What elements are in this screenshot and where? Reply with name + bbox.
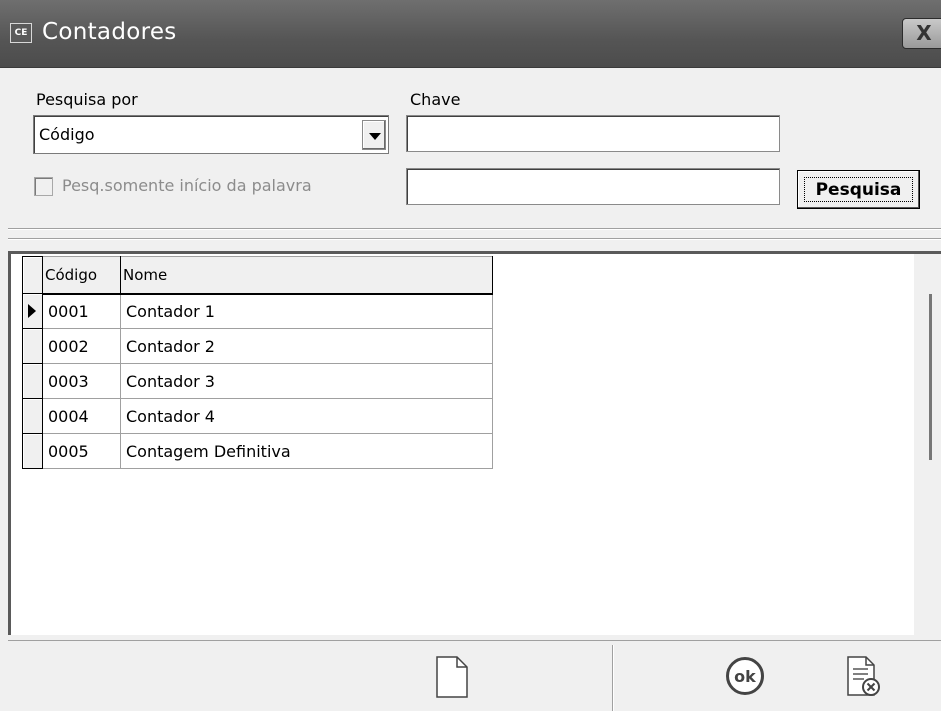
- separator: [8, 238, 941, 240]
- search-by-label: Pesquisa por: [36, 90, 138, 109]
- table-row[interactable]: 0004 Contador 4: [22, 398, 493, 434]
- current-row-arrow-icon: [28, 304, 36, 318]
- cell-codigo[interactable]: 0005: [42, 433, 121, 469]
- cell-nome[interactable]: Contador 1: [120, 293, 493, 329]
- cell-nome[interactable]: Contador 4: [120, 398, 493, 434]
- prefix-search-label: Pesq.somente início da palavra: [62, 176, 312, 195]
- cancel-button[interactable]: [844, 655, 884, 703]
- title-bar: CE Contadores X: [0, 0, 941, 68]
- row-indicator[interactable]: [22, 433, 43, 469]
- key-label: Chave: [410, 90, 461, 109]
- vertical-scrollbar[interactable]: [914, 254, 941, 635]
- row-indicator[interactable]: [22, 398, 43, 434]
- cell-codigo[interactable]: 0002: [42, 328, 121, 364]
- results-grid-area: Código Nome 0001 Contador 1 0002 Contado…: [8, 251, 941, 635]
- cell-nome[interactable]: Contagem Definitiva: [120, 433, 493, 469]
- footer-toolbar: ok: [8, 640, 941, 711]
- close-button[interactable]: X: [902, 18, 941, 49]
- row-indicator-header: [22, 256, 43, 294]
- table-row[interactable]: 0003 Contador 3: [22, 363, 493, 399]
- search-by-select[interactable]: Código: [33, 115, 389, 154]
- separator: [8, 228, 941, 230]
- search-by-value: Código: [39, 125, 95, 144]
- cell-codigo[interactable]: 0004: [42, 398, 121, 434]
- table-row[interactable]: 0002 Contador 2: [22, 328, 493, 364]
- ok-label: ok: [734, 667, 756, 686]
- column-header-codigo[interactable]: Código: [42, 256, 121, 295]
- row-indicator[interactable]: [22, 363, 43, 399]
- prefix-search-checkbox[interactable]: [34, 177, 53, 196]
- scrollbar-thumb[interactable]: [929, 294, 932, 460]
- new-document-button[interactable]: [434, 655, 470, 703]
- new-document-icon: [436, 656, 468, 698]
- window-title: Contadores: [42, 19, 177, 45]
- footer-divider: [612, 645, 614, 711]
- table-row[interactable]: 0001 Contador 1: [22, 293, 493, 329]
- app-icon: CE: [10, 23, 32, 43]
- ok-icon: ok: [726, 657, 764, 695]
- table-header-row: Código Nome: [22, 256, 493, 295]
- row-indicator[interactable]: [22, 328, 43, 364]
- row-indicator[interactable]: [22, 293, 43, 329]
- table-row[interactable]: 0005 Contagem Definitiva: [22, 433, 493, 469]
- search-button-label: Pesquisa: [804, 177, 913, 202]
- key-input[interactable]: [406, 115, 780, 152]
- document-cancel-icon: [847, 656, 880, 696]
- key-secondary-input[interactable]: [406, 168, 780, 205]
- cell-nome[interactable]: Contador 2: [120, 328, 493, 364]
- cell-nome[interactable]: Contador 3: [120, 363, 493, 399]
- cell-codigo[interactable]: 0001: [42, 293, 121, 329]
- chevron-down-icon[interactable]: [362, 120, 386, 150]
- column-header-nome[interactable]: Nome: [120, 256, 493, 295]
- ok-button[interactable]: ok: [725, 656, 765, 700]
- cell-codigo[interactable]: 0003: [42, 363, 121, 399]
- search-button[interactable]: Pesquisa: [797, 170, 920, 209]
- results-table: Código Nome 0001 Contador 1 0002 Contado…: [22, 256, 493, 469]
